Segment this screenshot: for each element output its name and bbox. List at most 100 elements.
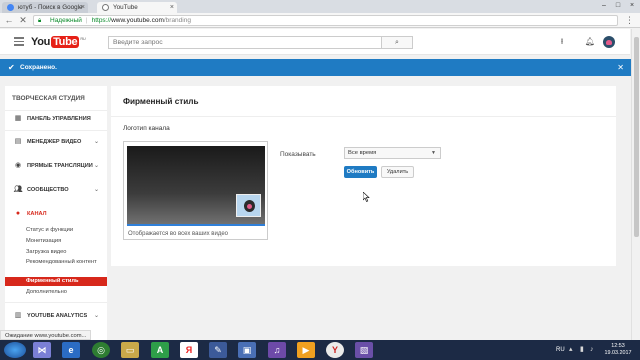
sidebar-item-label: ПАНЕЛЬ УПРАВЛЕНИЯ [27,116,91,122]
search-icon: ⌕ [395,39,399,46]
sidebar-item-analytics[interactable]: ▥ YOUTUBE ANALYTICS ⌄ [5,310,107,322]
sidebar-title[interactable]: ТВОРЧЕСКАЯ СТУДИЯ [12,95,85,102]
tab-close-icon[interactable]: × [81,2,85,13]
search-button[interactable]: ⌕ [382,36,413,49]
guide-menu-icon[interactable] [14,37,24,48]
tray-arrow-icon[interactable]: ▴ [569,340,573,360]
branding-panel: Фирменный стиль Логотип канала Отображае… [111,86,616,266]
search-input[interactable] [108,36,382,49]
sidebar-item-label: МЕНЕДЖЕР ВИДЕО [27,139,82,145]
sidebar-item-live[interactable]: ◉ ПРЯМЫЕ ТРАНСЛЯЦИИ ⌄ [5,160,107,172]
sidebar-item-dashboard[interactable]: ▦ ПАНЕЛЬ УПРАВЛЕНИЯ [5,113,107,125]
explorer-folder-icon[interactable]: ▭ [121,342,139,358]
saved-banner: ✔ Сохранено. ✕ [0,59,631,76]
chrome-icon[interactable]: ◎ [92,342,110,358]
windows-taskbar: ⋈ e ◎ ▭ A Я ✎ ▣ ♫ ▶ Y ▧ RU ▴ ▮ ♪ 12:53 1… [0,340,640,360]
upload-icon[interactable]: ⭱ [556,36,568,48]
yandex-browser-icon[interactable]: Y [326,342,344,358]
secure-label: Надежный [50,17,82,24]
input-language[interactable]: RU [556,340,565,360]
tab-label: ютуб - Поиск в Google [18,4,83,11]
yandex-icon[interactable]: Я [180,342,198,358]
maximize-icon[interactable]: □ [611,0,625,11]
network-icon[interactable]: ▮ [580,340,584,360]
internet-explorer-icon[interactable]: e [62,342,80,358]
player-icon[interactable]: ▶ [297,342,315,358]
logo-text-tube: Tube [51,36,80,48]
start-button-icon[interactable] [4,342,26,358]
clock-time: 12:53 [611,343,625,349]
notifications-bell-icon[interactable]: 🔔︎ [584,36,596,48]
sidebar-item-community[interactable]: 👥︎ СООБЩЕСТВО ⌄ [5,184,107,196]
window-close-icon[interactable]: × [625,0,639,11]
app-pen-icon[interactable]: ✎ [209,342,227,358]
minimize-icon[interactable]: – [597,0,611,11]
app-purple-icon[interactable]: ▧ [355,342,373,358]
banner-text: Сохранено. [20,64,57,71]
show-label: Показывать [280,151,316,158]
chevron-down-icon: ⌄ [93,163,99,169]
divider [5,302,107,303]
avatar[interactable] [603,36,615,48]
update-button[interactable]: Обновить [344,166,377,178]
analytics-icon: ▥ [14,312,22,319]
divider [111,116,616,117]
mouse-cursor-icon [363,192,370,202]
checkmark-icon: ✔ [8,63,15,72]
section-label: Логотип канала [123,125,170,132]
lock-icon: 🔒︎ [38,18,42,24]
tab-google-search[interactable]: ютуб - Поиск в Google × [2,2,88,13]
clock[interactable]: 12:53 19.03.2017 [601,343,635,357]
youtube-header: YouTubeRU ⌕ ⭱ 🔔︎ [0,29,630,55]
url-path: /branding [163,17,191,24]
address-bar-row: ← ✕ 🔒︎ Надежный | https://www.youtube.com/… [0,13,640,28]
tab-youtube[interactable]: YouTube × [97,2,177,13]
scrollbar-thumb[interactable] [634,37,639,237]
sidebar-item-label: ПРЯМЫЕ ТРАНСЛЯЦИИ [27,163,93,169]
sidebar-subitem-monetization[interactable]: Монетизация [5,238,107,245]
reload-stop-icon[interactable]: ✕ [17,14,29,26]
app-media-icon[interactable]: ♫ [268,342,286,358]
sidebar-subitem-branding[interactable]: Фирменный стиль [5,277,107,286]
live-icon: ◉ [14,162,22,169]
back-arrow-icon[interactable]: ← [3,14,15,26]
select-value: Все время [348,150,377,156]
sidebar-item-channel[interactable]: ● КАНАЛ [5,208,107,220]
banner-close-icon[interactable]: ✕ [617,59,624,76]
community-icon: 👥︎ [13,186,23,193]
chevron-down-icon: ⌄ [93,187,99,193]
chevron-down-icon: ⌄ [93,313,99,319]
video-manager-icon: ▤ [14,138,22,145]
logo-region: RU [80,36,86,41]
studio-sidebar: ТВОРЧЕСКАЯ СТУДИЯ ▦ ПАНЕЛЬ УПРАВЛЕНИЯ ▤ … [5,86,107,340]
channel-icon: ● [15,210,21,217]
preview-caption: Отображается во всех ваших видео [128,231,228,237]
address-field[interactable]: 🔒︎ Надежный | https://www.youtube.com/bran… [33,15,618,26]
app-image-icon[interactable]: ▣ [238,342,256,358]
sidebar-subitem-status[interactable]: Статус и функции [5,227,107,234]
volume-icon[interactable]: ♪ [590,340,594,360]
sidebar-item-label: КАНАЛ [27,211,47,217]
url-host: www.youtube.com [111,17,164,24]
logo-text-you: You [31,36,51,48]
loading-spinner-icon [102,4,109,11]
browser-menu-icon[interactable]: ⋮ [625,14,634,26]
delete-button[interactable]: Удалить [381,166,414,178]
app-a-icon[interactable]: A [151,342,169,358]
sidebar-subitem-upload[interactable]: Загрузка видео [5,249,107,256]
youtube-logo[interactable]: You Tube RU [31,36,86,48]
google-favicon-icon [7,4,14,11]
url-scheme: https:// [91,17,112,24]
tab-close-icon[interactable]: × [170,2,174,13]
page-scrollbar[interactable] [631,29,640,340]
show-desktop-icon[interactable]: ⋈ [33,342,51,358]
sidebar-subitem-featured[interactable]: Рекомендованный контент [5,259,107,266]
dashboard-icon: ▦ [14,115,22,122]
divider [5,110,107,111]
browser-tab-strip: ютуб - Поиск в Google × YouTube × – □ × [0,0,640,13]
sidebar-item-video-manager[interactable]: ▤ МЕНЕДЖЕР ВИДЕО ⌄ [5,136,107,148]
sidebar-item-label: СООБЩЕСТВО [27,187,69,193]
display-time-select[interactable]: Все время ▼ [344,147,441,159]
chevron-down-icon: ⌄ [93,139,99,145]
sidebar-subitem-advanced[interactable]: Дополнительно [5,289,107,296]
